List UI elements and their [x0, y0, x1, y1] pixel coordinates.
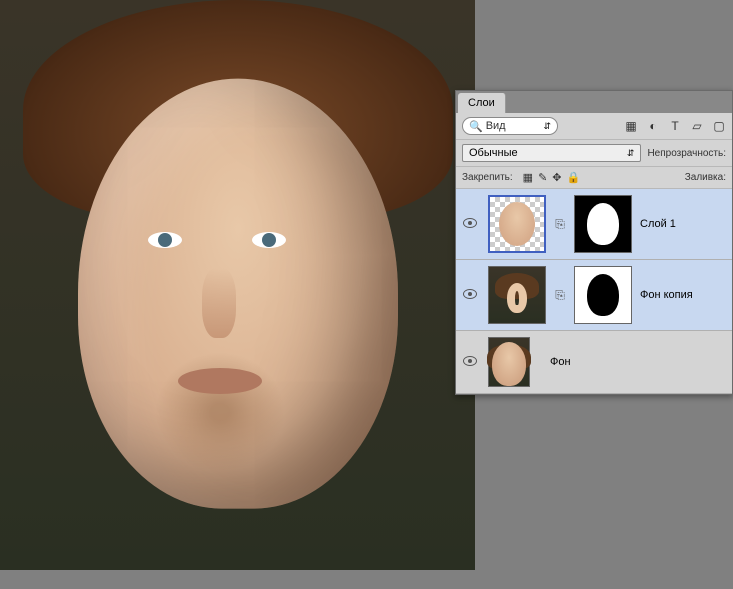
filter-type-icon[interactable]: T	[668, 119, 682, 133]
visibility-toggle-icon[interactable]	[463, 356, 477, 366]
lock-row: Закрепить: ▦ ✎ ✥ 🔒 Заливка:	[456, 167, 732, 189]
lock-all-icon[interactable]: 🔒	[567, 171, 581, 184]
filter-shape-icon[interactable]: ▱	[690, 119, 704, 133]
lock-move-icon[interactable]: ✥	[552, 171, 561, 184]
layer-thumbnail[interactable]	[488, 337, 530, 387]
lock-label: Закрепить:	[462, 172, 513, 183]
mask-link-icon[interactable]: ⎘	[554, 217, 566, 232]
visibility-toggle-icon[interactable]	[463, 218, 477, 228]
visibility-toggle-icon[interactable]	[463, 289, 477, 299]
layer-thumbnail[interactable]	[488, 266, 546, 324]
tab-layers[interactable]: Слои	[458, 93, 506, 113]
layer-name[interactable]: Слой 1	[640, 218, 676, 230]
blend-mode-value: Обычные	[469, 147, 518, 159]
lock-transparent-icon[interactable]: ▦	[523, 171, 533, 184]
layer-row[interactable]: Фон	[456, 331, 732, 394]
panel-tabs: Слои	[456, 91, 732, 113]
composite-portrait	[0, 0, 475, 570]
layers-panel: Слои 🔍 Вид ⇵ ▦ ◐ T ▱ ▢ Обычные ⇵ Непрозр…	[455, 90, 733, 395]
filter-label: Вид	[486, 120, 506, 132]
filter-smart-icon[interactable]: ▢	[712, 119, 726, 133]
chevron-updown-icon: ⇵	[543, 121, 551, 132]
fill-label: Заливка:	[685, 172, 726, 183]
canvas-area[interactable]	[0, 0, 475, 570]
layer-name[interactable]: Фон	[550, 356, 571, 368]
mask-thumbnail[interactable]	[574, 195, 632, 253]
layer-row[interactable]: ⎘ Слой 1	[456, 189, 732, 260]
blend-mode-select[interactable]: Обычные ⇵	[462, 144, 641, 162]
filter-pixel-icon[interactable]: ▦	[624, 119, 638, 133]
blend-row: Обычные ⇵ Непрозрачность:	[456, 140, 732, 167]
filter-row: 🔍 Вид ⇵ ▦ ◐ T ▱ ▢	[456, 113, 732, 140]
mask-thumbnail[interactable]	[574, 266, 632, 324]
mask-link-icon[interactable]: ⎘	[554, 288, 566, 303]
layer-name[interactable]: Фон копия	[640, 289, 693, 301]
search-icon: 🔍	[469, 120, 483, 133]
layers-list: ⎘ Слой 1 ⎘ Фон копия Фон	[456, 189, 732, 394]
opacity-label: Непрозрачность:	[647, 148, 726, 159]
chevron-updown-icon: ⇵	[627, 148, 635, 159]
lock-brush-icon[interactable]: ✎	[538, 171, 547, 184]
layer-row[interactable]: ⎘ Фон копия	[456, 260, 732, 331]
layer-filter-select[interactable]: 🔍 Вид ⇵	[462, 117, 558, 135]
filter-adjust-icon[interactable]: ◐	[646, 119, 660, 133]
layer-thumbnail[interactable]	[488, 195, 546, 253]
